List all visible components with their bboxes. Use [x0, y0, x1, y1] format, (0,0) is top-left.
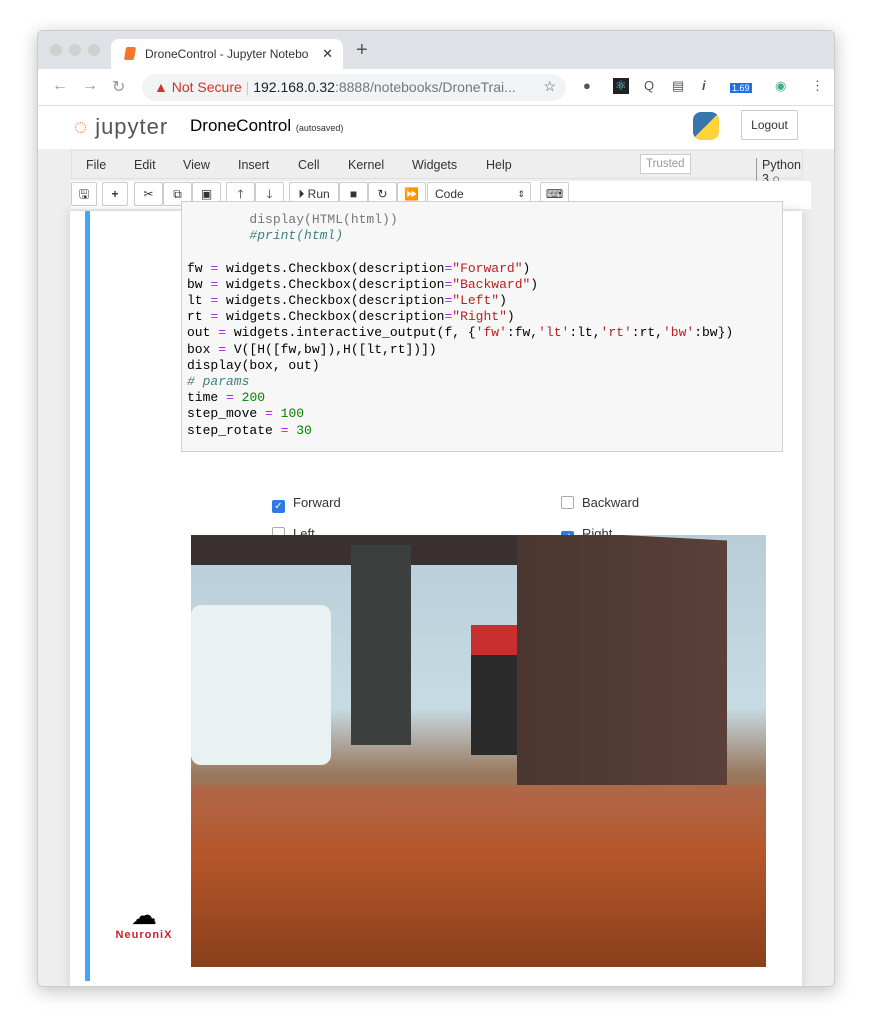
cell-type-value: Code: [435, 187, 464, 201]
address-bar-row: ← → ↻ ▲ Not Secure | 192.168.0.32:8888/n…: [38, 69, 834, 106]
code-cell-input[interactable]: display(HTML(html)) #print(html) fw = wi…: [181, 201, 783, 452]
extension-q-icon[interactable]: Q: [644, 78, 654, 93]
save-icon[interactable]: 🖫: [71, 182, 97, 206]
browser-window: DroneControl - Jupyter Notebo ✕ + ← → ↻ ▲…: [37, 30, 835, 987]
minimize-window-button[interactable]: [69, 44, 81, 56]
white-chair: [191, 605, 331, 765]
checkbox-label: Forward: [293, 495, 341, 510]
react-devtools-icon[interactable]: ⚛: [613, 78, 629, 94]
not-secure-label[interactable]: Not Secure: [172, 79, 242, 95]
menu-bar: File Edit View Insert Cell Kernel Widget…: [71, 150, 803, 186]
menu-widgets[interactable]: Widgets: [412, 158, 457, 172]
profile-avatar[interactable]: ◉: [775, 78, 786, 94]
menu-insert[interactable]: Insert: [238, 158, 269, 172]
tab-bar: DroneControl - Jupyter Notebo ✕ +: [38, 31, 834, 69]
checkbox-box: [561, 496, 574, 509]
neuronix-logo: ☁ NeuroniX: [106, 901, 182, 941]
menu-edit[interactable]: Edit: [134, 158, 156, 172]
brand-name: NeuroniX: [115, 929, 173, 941]
browser-tab[interactable]: DroneControl - Jupyter Notebo ✕: [111, 39, 343, 69]
tab-title: DroneControl - Jupyter Notebo: [145, 47, 309, 61]
css-extension-icon[interactable]: ▤: [672, 78, 684, 94]
checkbox-backward[interactable]: Backward: [561, 495, 639, 510]
jupyter-header: ◌ jupyter DroneControl (autosaved) Logou…: [38, 106, 834, 149]
reload-icon[interactable]: ↻: [112, 77, 125, 97]
close-window-button[interactable]: [50, 44, 62, 56]
jupyter-book-icon: [123, 47, 137, 60]
python-logo-icon: [693, 112, 719, 140]
close-tab-icon[interactable]: ✕: [322, 46, 333, 62]
extension-badge[interactable]: 1.69: [730, 83, 752, 93]
run-label: Run: [307, 187, 330, 201]
cut-icon[interactable]: ✂: [134, 182, 163, 206]
menu-cell[interactable]: Cell: [298, 158, 320, 172]
menu-view[interactable]: View: [183, 158, 210, 172]
logout-button[interactable]: Logout: [741, 110, 798, 140]
check-icon: ✓: [272, 500, 285, 513]
wooden-floor: [191, 785, 766, 967]
url-host: 192.168.0.32: [253, 79, 335, 95]
trusted-indicator[interactable]: Trusted: [640, 154, 691, 174]
notebook-container: display(HTML(html)) #print(html) fw = wi…: [70, 201, 802, 986]
menu-help[interactable]: Help: [486, 158, 512, 172]
url-path: :8888/notebooks/DroneTrai...: [334, 79, 516, 95]
drone-camera-image: [191, 535, 766, 967]
new-tab-button[interactable]: +: [356, 39, 368, 62]
bookmark-star-icon[interactable]: ☆: [543, 78, 556, 95]
menu-file[interactable]: File: [86, 158, 106, 172]
maximize-window-button[interactable]: [88, 44, 100, 56]
logo-text: jupyter: [95, 114, 169, 139]
checkbox-label: Backward: [582, 495, 640, 510]
selected-cell-indicator: [85, 211, 90, 981]
brain-cloud-icon: ☁: [131, 900, 157, 930]
notebook-area: display(HTML(html)) #print(html) fw = wi…: [38, 201, 834, 986]
url-input[interactable]: ▲ Not Secure | 192.168.0.32:8888/noteboo…: [142, 74, 566, 101]
notebook-title[interactable]: DroneControl (autosaved): [190, 116, 343, 136]
info-extension-icon[interactable]: i: [702, 78, 706, 93]
code-comment: #print(html): [187, 228, 344, 244]
menu-dots-icon[interactable]: ⋮: [811, 78, 824, 94]
jupyter-logo[interactable]: ◌ jupyter: [74, 114, 168, 140]
menu-kernel[interactable]: Kernel: [348, 158, 384, 172]
autosave-status: (autosaved): [295, 123, 344, 133]
extension-circle-icon[interactable]: ●: [583, 78, 591, 93]
title-text: DroneControl: [190, 116, 292, 135]
warning-icon: ▲: [154, 79, 172, 95]
insert-cell-icon[interactable]: +: [102, 182, 128, 206]
back-icon[interactable]: ←: [52, 77, 68, 95]
checkbox-forward[interactable]: ✓ Forward: [272, 495, 341, 513]
forward-icon[interactable]: →: [82, 77, 98, 95]
office-chair: [471, 625, 521, 755]
code-line: display(HTML(html)): [187, 212, 398, 227]
coat: [351, 545, 411, 745]
